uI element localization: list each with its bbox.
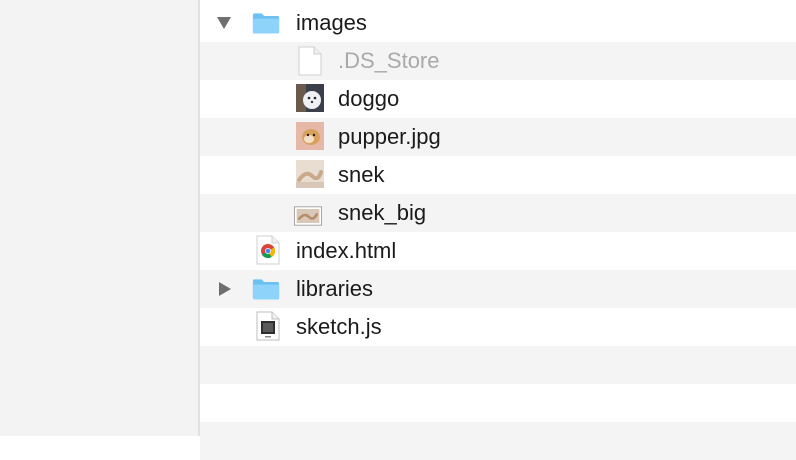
image-thumbnail-icon <box>296 84 324 112</box>
file-name: images <box>296 10 367 35</box>
folder-icon <box>252 9 280 37</box>
chrome-html-document-icon <box>254 235 282 265</box>
js-document-icon <box>254 311 282 341</box>
empty-row <box>200 422 796 460</box>
blank-document-icon <box>296 46 324 76</box>
file-list: images .DS_Store doggo pupper.jpg snek s… <box>200 0 796 460</box>
list-item-ds-store[interactable]: .DS_Store <box>200 42 796 80</box>
list-item-images[interactable]: images <box>200 4 796 42</box>
list-item-sketch-js[interactable]: sketch.js <box>200 308 796 346</box>
list-item-pupper[interactable]: pupper.jpg <box>200 118 796 156</box>
image-thumbnail-icon <box>294 202 322 230</box>
file-name: doggo <box>338 86 400 111</box>
file-name: pupper.jpg <box>338 124 441 149</box>
disclosure-collapsed-icon[interactable] <box>216 280 234 298</box>
image-thumbnail-icon <box>296 160 324 188</box>
list-item-index-html[interactable]: index.html <box>200 232 796 270</box>
list-item-libraries[interactable]: libraries <box>200 270 796 308</box>
list-item-doggo[interactable]: doggo <box>200 80 796 118</box>
disclosure-expanded-icon[interactable] <box>215 14 233 32</box>
image-thumbnail-icon <box>296 122 324 150</box>
empty-row <box>200 384 796 422</box>
sidebar <box>0 0 198 436</box>
folder-icon <box>252 275 280 303</box>
file-name: sketch.js <box>296 314 382 339</box>
file-name: snek_big <box>338 200 427 225</box>
list-item-snek-big[interactable]: snek_big <box>200 194 796 232</box>
file-name: index.html <box>296 238 397 263</box>
empty-row <box>200 346 796 384</box>
file-name: snek <box>338 162 385 187</box>
list-item-snek[interactable]: snek <box>200 156 796 194</box>
file-name: .DS_Store <box>338 48 440 73</box>
file-name: libraries <box>296 276 374 301</box>
